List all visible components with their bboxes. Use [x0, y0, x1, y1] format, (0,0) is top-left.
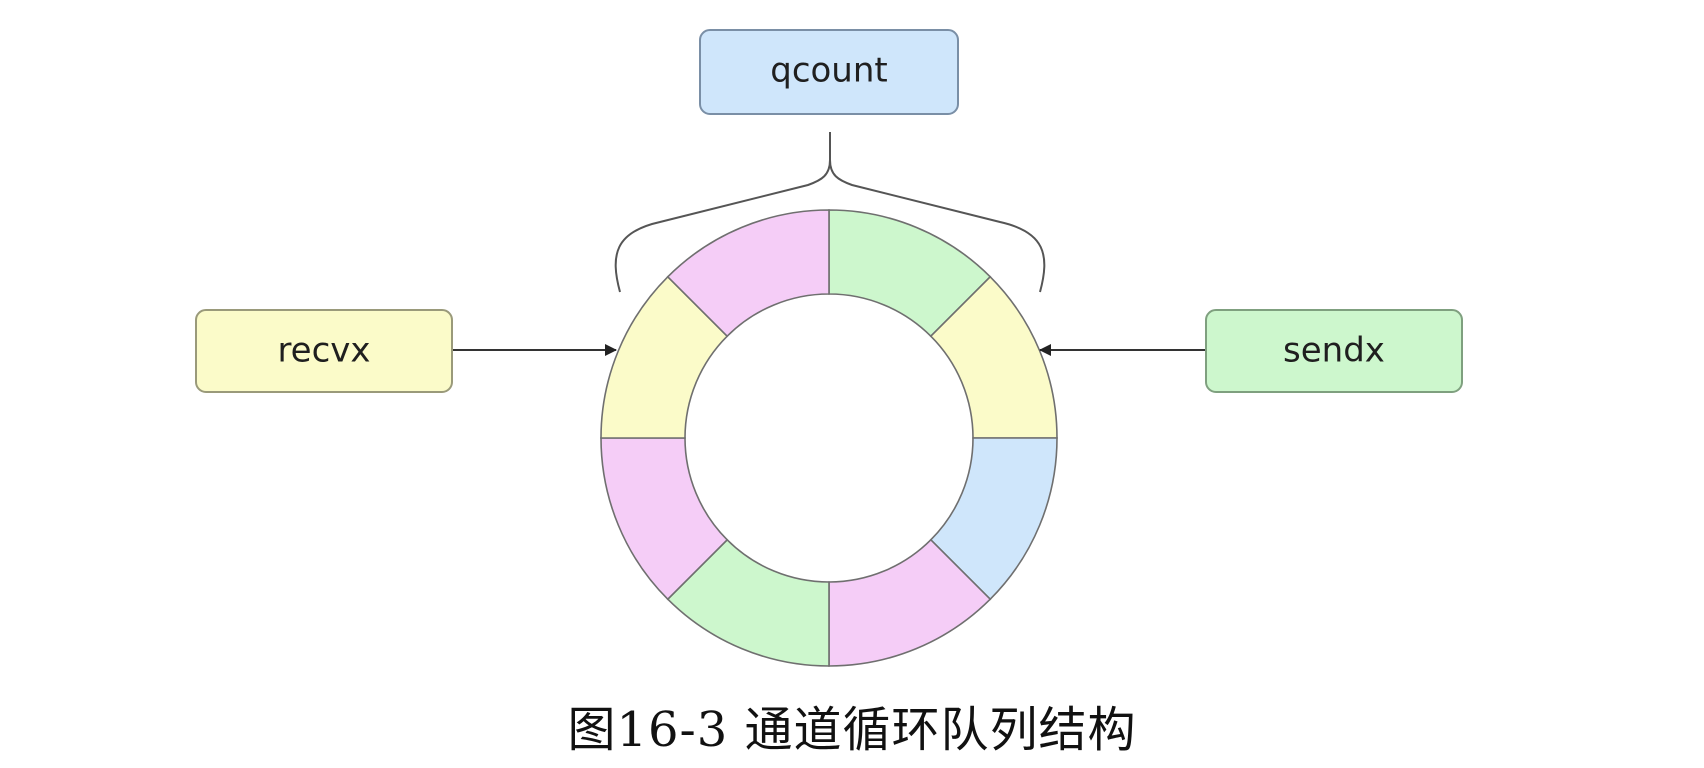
qcount-node: qcount — [699, 29, 959, 115]
recvx-label: recvx — [277, 331, 370, 371]
channel-ring-diagram: qcount recvx sendx — [195, 29, 1463, 667]
sendx-label: sendx — [1283, 331, 1385, 371]
sendx-node: sendx — [1205, 309, 1463, 393]
recvx-node: recvx — [195, 309, 453, 393]
circular-queue-ring — [600, 209, 1058, 667]
figure-caption: 图16-3 通道循环队列结构 — [567, 702, 1137, 758]
qcount-label: qcount — [770, 51, 888, 91]
